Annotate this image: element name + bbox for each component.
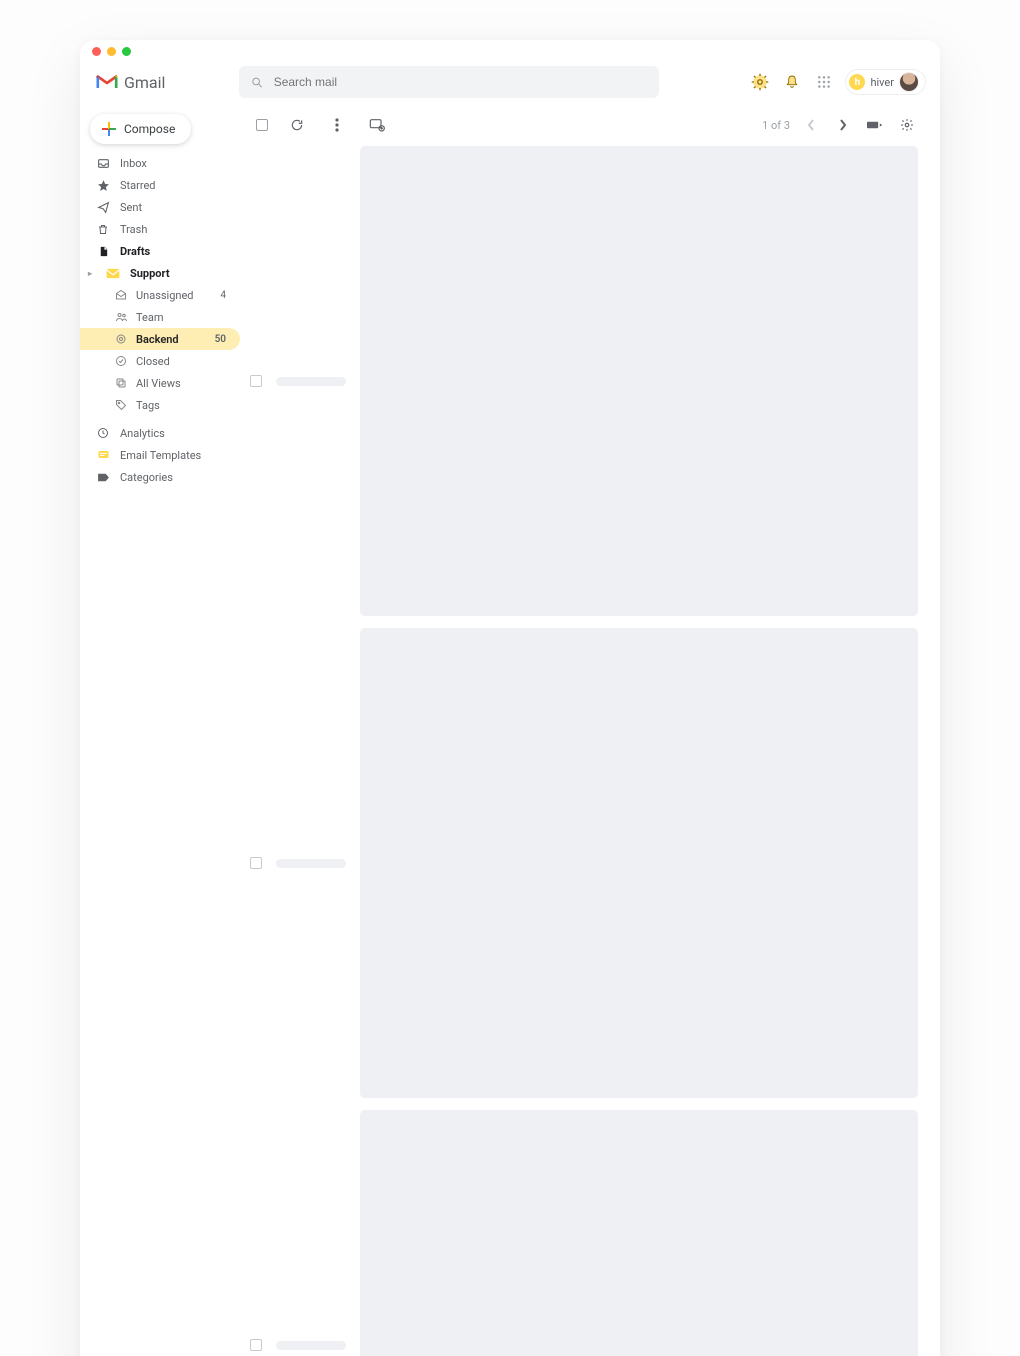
inbox-support-icon	[106, 266, 120, 280]
settings-gear-icon[interactable]	[896, 114, 918, 136]
nav-label: Starred	[120, 179, 230, 192]
main-panel: 1 of 3	[240, 108, 940, 1356]
next-page-icon[interactable]	[832, 114, 854, 136]
team-icon	[114, 310, 128, 324]
mail-row[interactable]	[250, 628, 918, 1098]
top-bar: Gmail h hiver	[80, 62, 940, 108]
sidebar-item-tags[interactable]: Tags	[80, 394, 240, 416]
nav-label: Inbox	[120, 157, 230, 170]
more-menu-icon[interactable]	[326, 114, 348, 136]
nav-count: 50	[215, 334, 230, 345]
app-window: Gmail h hiver	[80, 40, 940, 1356]
nav-label: Sent	[120, 201, 230, 214]
clock-icon	[96, 426, 110, 440]
apps-grid-icon[interactable]	[813, 71, 835, 93]
subject-placeholder	[360, 628, 918, 1098]
input-tools-icon[interactable]	[864, 114, 886, 136]
nav-label: Support	[130, 267, 230, 280]
window-zoom-dot[interactable]	[122, 47, 131, 56]
nav-label: Backend	[136, 333, 207, 346]
search-icon	[251, 76, 263, 89]
nav-label: Categories	[120, 471, 230, 484]
mail-row[interactable]	[250, 146, 918, 616]
hiver-badge-icon: h	[849, 74, 865, 90]
plus-icon	[102, 122, 116, 136]
mail-list	[244, 146, 924, 1356]
page-info: 1 of 3	[762, 119, 790, 132]
sidebar-item-starred[interactable]: Starred	[80, 174, 240, 196]
sidebar-item-categories[interactable]: Categories	[80, 466, 240, 488]
tag-icon	[114, 398, 128, 412]
sidebar-item-backend[interactable]: Backend 50	[80, 328, 240, 350]
trash-icon	[96, 222, 110, 236]
window-titlebar	[80, 40, 940, 62]
content-body: Compose Inbox Starred Sent Tr	[80, 108, 940, 1356]
window-close-dot[interactable]	[92, 47, 101, 56]
mail-toolbar: 1 of 3	[244, 108, 924, 146]
subject-placeholder	[360, 146, 918, 616]
nav-label: Drafts	[120, 245, 230, 258]
check-circle-icon	[114, 354, 128, 368]
sidebar-item-closed[interactable]: Closed	[80, 350, 240, 372]
sender-placeholder	[276, 859, 346, 868]
search-bar[interactable]	[239, 66, 659, 98]
template-icon	[96, 448, 110, 462]
sidebar-item-team[interactable]: Team	[80, 306, 240, 328]
sidebar-item-support[interactable]: ▸ Support	[80, 262, 240, 284]
star-icon	[96, 178, 110, 192]
send-icon	[96, 200, 110, 214]
subject-placeholder	[360, 1110, 918, 1356]
sidebar-item-all-views[interactable]: All Views	[80, 372, 240, 394]
nav-count: 4	[220, 290, 230, 301]
search-input[interactable]	[274, 75, 648, 89]
notifications-icon[interactable]	[781, 71, 803, 93]
hiver-settings-icon[interactable]	[749, 71, 771, 93]
nav-primary: Inbox Starred Sent Trash Drafts	[80, 152, 240, 488]
user-avatar[interactable]	[899, 72, 919, 92]
gmail-logo-icon	[96, 74, 118, 90]
nav-label: Email Templates	[120, 449, 230, 462]
prev-page-icon[interactable]	[800, 114, 822, 136]
row-checkbox[interactable]	[250, 857, 262, 869]
nav-label: Analytics	[120, 427, 230, 440]
copy-icon	[114, 376, 128, 390]
nav-label: Trash	[120, 223, 230, 236]
nav-label: Team	[136, 311, 230, 324]
hiver-label: hiver	[870, 76, 894, 89]
compose-button[interactable]: Compose	[90, 114, 191, 144]
select-all-checkbox[interactable]	[256, 119, 268, 131]
window-minimize-dot[interactable]	[107, 47, 116, 56]
mail-row[interactable]	[250, 1110, 918, 1356]
nav-label: Tags	[136, 399, 230, 412]
label-icon	[96, 470, 110, 484]
sender-placeholder	[276, 1341, 346, 1350]
target-icon	[114, 332, 128, 346]
row-checkbox[interactable]	[250, 375, 262, 387]
sidebar-item-sent[interactable]: Sent	[80, 196, 240, 218]
sidebar-item-trash[interactable]: Trash	[80, 218, 240, 240]
header-actions: h hiver	[749, 69, 926, 95]
sidebar-item-analytics[interactable]: Analytics	[80, 422, 240, 444]
sidebar-item-unassigned[interactable]: Unassigned 4	[80, 284, 240, 306]
draft-icon	[96, 244, 110, 258]
nav-label: Closed	[136, 355, 230, 368]
mail-open-icon	[114, 288, 128, 302]
chevron-right-icon: ▸	[88, 269, 92, 278]
nav-label: Unassigned	[136, 289, 212, 302]
compose-label: Compose	[124, 122, 175, 136]
hiver-pill[interactable]: h hiver	[845, 69, 926, 95]
sidebar: Compose Inbox Starred Sent Tr	[80, 108, 240, 1356]
inbox-icon	[96, 156, 110, 170]
sidebar-item-inbox[interactable]: Inbox	[80, 152, 240, 174]
app-name: Gmail	[124, 73, 165, 92]
sidebar-item-templates[interactable]: Email Templates	[80, 444, 240, 466]
row-checkbox[interactable]	[250, 1339, 262, 1351]
sender-placeholder	[276, 377, 346, 386]
app-logo[interactable]: Gmail	[96, 73, 165, 92]
refresh-icon[interactable]	[286, 114, 308, 136]
assign-icon[interactable]	[366, 114, 388, 136]
sidebar-item-drafts[interactable]: Drafts	[80, 240, 240, 262]
nav-label: All Views	[136, 377, 230, 390]
